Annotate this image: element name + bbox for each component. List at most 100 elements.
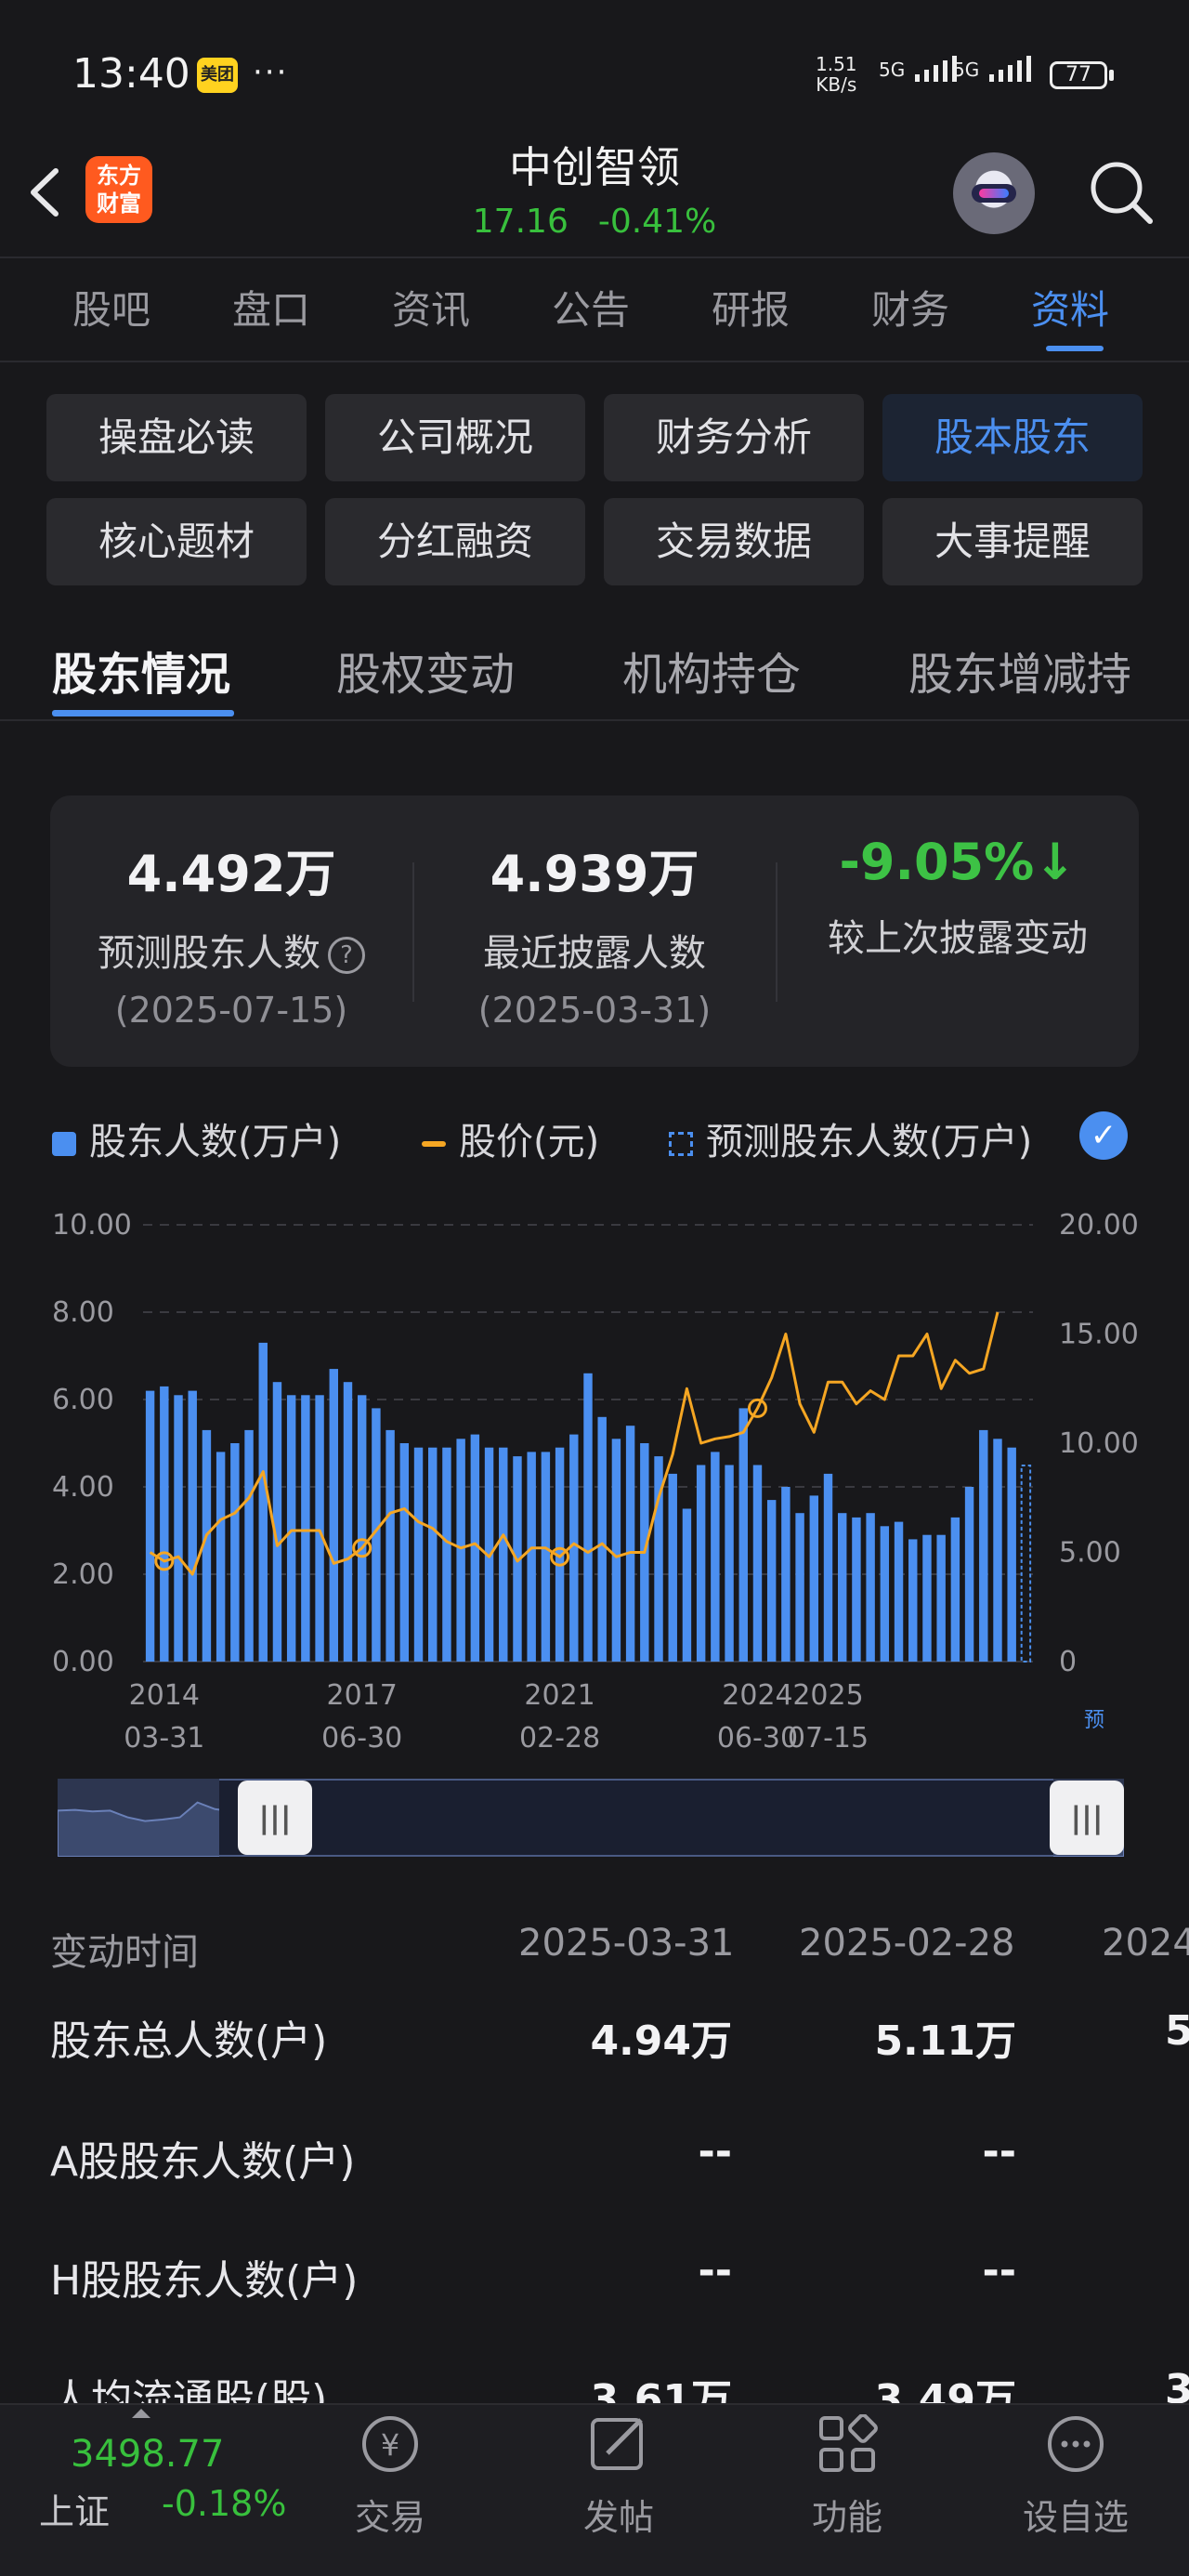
holders-bar (160, 1386, 169, 1662)
table-row-label: 股东总人数(户) (50, 2017, 328, 2065)
active-tab-indicator (1046, 346, 1104, 351)
signal-icon-2: 5G (953, 56, 1038, 84)
index-name[interactable]: 上证 (39, 2483, 110, 2534)
table-row-label: H股股东人数(户) (50, 2257, 359, 2305)
legend-price[interactable]: 股价(元) (422, 1111, 599, 1165)
help-icon[interactable]: ? (328, 937, 365, 974)
holders-bar (668, 1473, 677, 1662)
holders-bar (866, 1513, 875, 1662)
table-header-date: 2025-02-28 (799, 1922, 1015, 1965)
table-header-label: 变动时间 (50, 1931, 199, 1974)
stock-change-pct: -0.41% (597, 203, 717, 241)
more-circle-icon (1048, 2416, 1104, 2472)
nav-add-watchlist[interactable]: 设自选 (1001, 2414, 1150, 2540)
holders-bar (399, 1443, 410, 1662)
tab-guba[interactable]: 股吧 (72, 279, 150, 335)
tab-profile[interactable]: 资料 (1031, 279, 1109, 335)
legend-predicted[interactable]: 预测股东人数(万户) (669, 1111, 1032, 1165)
section-tab-equity-changes[interactable]: 股权变动 (336, 637, 515, 703)
holders-bar (272, 1382, 282, 1662)
checkmark-icon[interactable]: ✓ (1079, 1111, 1128, 1160)
table-cell: -- (982, 2247, 1016, 2294)
section-divider (0, 719, 1189, 721)
tab-finance[interactable]: 财务 (871, 279, 949, 335)
subtab-dividends-financing[interactable]: 分红融资 (325, 498, 585, 585)
expand-caret-icon[interactable] (132, 2409, 150, 2418)
y-tick-label-left: 8.00 (52, 1296, 114, 1329)
holders-bar (145, 1390, 155, 1662)
holders-bar (329, 1369, 338, 1662)
holders-bar (527, 1452, 536, 1662)
range-slider-selection[interactable] (219, 1779, 1053, 1857)
y-tick-label-left: 2.00 (52, 1558, 114, 1591)
y-tick-label-right: 20.00 (1059, 1209, 1139, 1242)
holders-bar (838, 1513, 847, 1662)
holders-bar (583, 1373, 593, 1662)
subtab-financial-analysis[interactable]: 财务分析 (604, 394, 864, 481)
svg-text:¥: ¥ (381, 2427, 399, 2463)
x-tick-label-year: 2024 (722, 1679, 792, 1712)
table-row-label: A股股东人数(户) (50, 2138, 356, 2186)
shareholder-chart[interactable]: 10.00 8.00 6.00 4.00 2.00 0.00 20.00 15.00 10.00… (0, 1180, 1189, 1775)
header-divider (0, 256, 1189, 258)
y-tick-label-left: 6.00 (52, 1384, 114, 1416)
holders-bar (894, 1521, 904, 1662)
x-tick-label-date: 06-30 (321, 1722, 402, 1755)
holders-bar (625, 1426, 635, 1662)
holders-bar (950, 1517, 960, 1662)
subtab-company-overview[interactable]: 公司概况 (325, 394, 585, 481)
battery-cap (1109, 70, 1114, 81)
tab-announcements[interactable]: 公告 (552, 279, 630, 335)
nav-trade[interactable]: ¥ 交易 (316, 2414, 464, 2540)
predicted-mark-label: 预 (1084, 1709, 1104, 1732)
status-time: 13:40 (72, 50, 190, 98)
section-tab-shareholders[interactable]: 股东情况 (52, 637, 230, 703)
holders-bar (456, 1439, 465, 1662)
index-value[interactable]: 3498.77 (71, 2433, 224, 2476)
range-slider-right-handle[interactable]: ||| (1050, 1781, 1124, 1855)
section-tab-indicator (52, 710, 234, 716)
holders-bar (696, 1465, 706, 1662)
legend-holders[interactable]: 股东人数(万户) (52, 1111, 341, 1165)
subtab-shareholders[interactable]: 股本股东 (882, 394, 1143, 481)
holders-bar (766, 1500, 777, 1662)
holders-bar (413, 1447, 424, 1662)
y-tick-label-left: 10.00 (52, 1209, 132, 1242)
assistant-robot-icon[interactable] (953, 152, 1035, 234)
nav-functions[interactable]: 功能 (773, 2413, 921, 2540)
nav-post[interactable]: 发帖 (544, 2414, 693, 2540)
x-tick-label-date: 02-28 (519, 1722, 600, 1755)
range-slider-left-handle[interactable]: ||| (238, 1781, 312, 1855)
holders-bar (922, 1534, 932, 1662)
yen-circle-icon: ¥ (362, 2416, 418, 2472)
holders-bar (964, 1487, 974, 1662)
holders-bar (936, 1534, 946, 1662)
holders-bar (188, 1390, 197, 1662)
holders-bar (852, 1517, 861, 1662)
holders-bar (244, 1429, 254, 1662)
tab-pankou[interactable]: 盘口 (232, 279, 310, 335)
predicted-holders: 4.492万 预测股东人数? (2025-07-15) (50, 795, 412, 1067)
more-notifications-icon: ··· (253, 54, 289, 91)
down-arrow-icon: ↓ (1034, 833, 1077, 891)
table-cell: 4.94万 (590, 2017, 732, 2065)
tab-news[interactable]: 资讯 (392, 279, 470, 335)
index-change[interactable]: -0.18% (162, 2483, 286, 2524)
table-header-date: 2024 (1102, 1922, 1189, 1965)
tab-research[interactable]: 研报 (712, 279, 790, 335)
subtab-core-themes[interactable]: 核心题材 (46, 498, 307, 585)
holders-bar (357, 1395, 367, 1662)
holders-bar (908, 1539, 918, 1662)
search-icon[interactable] (1083, 154, 1157, 229)
section-tab-institutional[interactable]: 机构持仓 (622, 637, 801, 703)
holders-bar (781, 1487, 790, 1662)
subtab-trading-data[interactable]: 交易数据 (604, 498, 864, 585)
x-tick-label-year: 2021 (524, 1679, 594, 1712)
holders-bar (216, 1452, 226, 1662)
net-speed: 1.51 KB/s (816, 53, 857, 96)
section-tab-holding-changes[interactable]: 股东增减持 (908, 637, 1131, 703)
table-cell: -- (698, 2247, 732, 2294)
subtab-events[interactable]: 大事提醒 (882, 498, 1143, 585)
subtab-trading-essentials[interactable]: 操盘必读 (46, 394, 307, 481)
holders-bar (230, 1443, 240, 1662)
